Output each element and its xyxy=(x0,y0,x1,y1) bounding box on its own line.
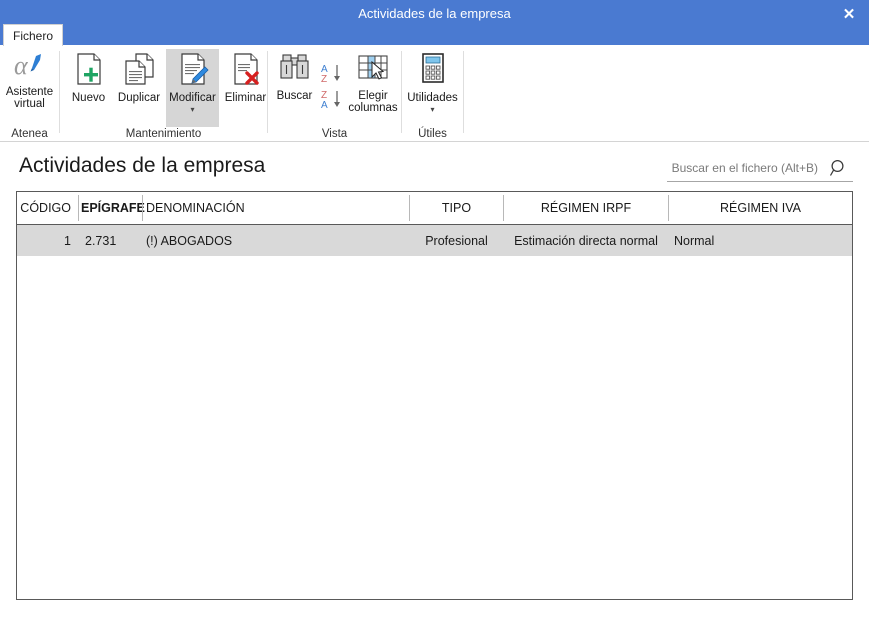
asistente-virtual-label-l2: virtual xyxy=(14,98,45,110)
asistente-virtual-label-l1: Asistente xyxy=(5,86,54,98)
activities-table: CÓDIGO EPÍGRAFE DENOMINACIÓN TIPO RÉGIME… xyxy=(16,191,853,600)
document-plus-icon xyxy=(74,53,104,90)
svg-text:α: α xyxy=(14,53,29,79)
svg-text:Z: Z xyxy=(321,74,327,84)
modificar-button[interactable]: Modificar ▾ xyxy=(166,49,219,127)
title-bar: Actividades de la empresa ✕ xyxy=(0,0,869,45)
ribbon-group-utiles: Utilidades ▾ Útiles xyxy=(402,45,463,142)
utilidades-button[interactable]: Utilidades ▾ xyxy=(405,49,460,127)
cell-regimen-iva-value: Normal xyxy=(674,233,715,248)
search-box[interactable] xyxy=(667,156,853,182)
cell-epigrafe: 2.731 xyxy=(85,225,145,256)
sort-za-icon: Z A xyxy=(321,88,344,115)
window-title: Actividades de la empresa xyxy=(358,6,511,21)
ribbon-group-vista-label: Vista xyxy=(321,128,348,140)
cell-regimen-iva: Normal xyxy=(674,225,852,256)
elegir-columnas-button[interactable]: Elegir columnas xyxy=(347,49,399,121)
search-input[interactable] xyxy=(667,156,822,180)
calculator-icon xyxy=(419,53,447,90)
column-header-tipo-label: TIPO xyxy=(441,201,472,215)
column-header-codigo-label: CÓDIGO xyxy=(20,201,71,215)
cell-tipo: Profesional xyxy=(410,225,503,256)
column-header-epigrafe-label: EPÍGRAFE xyxy=(81,201,145,215)
column-header-regimen-iva[interactable]: RÉGIMEN IVA xyxy=(669,192,852,224)
eliminar-label: Eliminar xyxy=(224,92,267,104)
duplicar-label: Duplicar xyxy=(117,92,161,104)
asistente-virtual-button[interactable]: α Asistente virtual xyxy=(3,49,56,110)
buscar-button[interactable]: Buscar xyxy=(271,49,318,107)
utilidades-label: Utilidades xyxy=(407,92,458,104)
document-pencil-icon xyxy=(177,53,209,90)
ribbon-group-utiles-label: Útiles xyxy=(418,128,447,140)
column-header-denominacion[interactable]: DENOMINACIÓN xyxy=(146,192,406,224)
ribbon-group-atenea-label: Atenea xyxy=(11,128,48,140)
tab-fichero-label: Fichero xyxy=(12,28,53,43)
ribbon-separator-4 xyxy=(463,51,464,133)
elegir-columnas-label-l2: columnas xyxy=(348,102,398,114)
nuevo-button[interactable]: Nuevo xyxy=(65,49,112,107)
cell-epigrafe-value: 2.731 xyxy=(85,233,117,248)
ribbon-group-mantenimiento: Nuevo Duplicar Modificar ▾ Eliminar Mant… xyxy=(60,45,267,142)
document-copy-icon xyxy=(123,53,155,90)
cell-denominacion: (!) ABOGADOS xyxy=(146,225,406,256)
modificar-label: Modificar xyxy=(169,92,216,104)
cell-codigo-value: 1 xyxy=(64,233,71,248)
buscar-label: Buscar xyxy=(276,90,313,102)
table-header-row: CÓDIGO EPÍGRAFE DENOMINACIÓN TIPO RÉGIME… xyxy=(17,192,852,225)
column-header-tipo[interactable]: TIPO xyxy=(410,192,503,224)
column-header-regimen-irpf-label: RÉGIMEN IRPF xyxy=(540,201,632,215)
cell-regimen-irpf-value: Estimación directa normal xyxy=(514,233,658,248)
table-columns-icon xyxy=(357,53,389,88)
column-divider-1[interactable] xyxy=(78,195,79,221)
close-icon[interactable]: ✕ xyxy=(829,0,869,28)
tab-fichero[interactable]: Fichero xyxy=(3,24,63,46)
cell-tipo-value: Profesional xyxy=(425,233,488,248)
nuevo-label: Nuevo xyxy=(71,92,106,104)
cell-regimen-irpf: Estimación directa normal xyxy=(504,225,668,256)
table-row[interactable]: 1 2.731 (!) ABOGADOS Profesional Estimac… xyxy=(17,225,852,256)
chevron-down-icon[interactable]: ▾ xyxy=(190,105,194,114)
document-delete-icon xyxy=(231,53,261,90)
svg-text:A: A xyxy=(321,100,328,110)
ribbon-group-vista: Buscar A Z Z A Elegir columnas Vista xyxy=(268,45,401,142)
cell-codigo: 1 xyxy=(17,225,77,256)
alpha-pen-icon: α xyxy=(13,51,47,84)
elegir-columnas-label: Elegir columnas xyxy=(348,90,397,114)
ribbon-group-mantenimiento-label: Mantenimiento xyxy=(125,128,202,140)
duplicar-button[interactable]: Duplicar xyxy=(113,49,165,107)
chevron-down-icon-utilidades[interactable]: ▾ xyxy=(430,105,434,114)
column-header-codigo[interactable]: CÓDIGO xyxy=(17,192,77,224)
binoculars-icon xyxy=(279,53,311,88)
ribbon-toolbar: α Asistente virtual Atenea Nuevo Duplica… xyxy=(0,45,869,142)
content-header: Actividades de la empresa xyxy=(0,142,869,190)
column-divider-2[interactable] xyxy=(142,195,143,221)
column-header-regimen-irpf[interactable]: RÉGIMEN IRPF xyxy=(504,192,668,224)
sort-ascending-button[interactable]: A Z xyxy=(320,58,345,85)
sort-descending-button[interactable]: Z A xyxy=(320,84,345,111)
cell-denominacion-value: (!) ABOGADOS xyxy=(146,233,233,248)
column-header-epigrafe[interactable]: EPÍGRAFE xyxy=(81,192,145,224)
search-icon[interactable] xyxy=(829,158,849,178)
ribbon-group-atenea: α Asistente virtual Atenea xyxy=(0,45,59,142)
elegir-columnas-label-l1: Elegir xyxy=(358,90,388,102)
asistente-virtual-label: Asistente virtual xyxy=(6,86,53,110)
page-title: Actividades de la empresa xyxy=(19,154,266,177)
eliminar-button[interactable]: Eliminar xyxy=(220,49,271,107)
column-header-regimen-iva-label: RÉGIMEN IVA xyxy=(719,201,802,215)
column-header-denominacion-label: DENOMINACIÓN xyxy=(146,201,245,215)
